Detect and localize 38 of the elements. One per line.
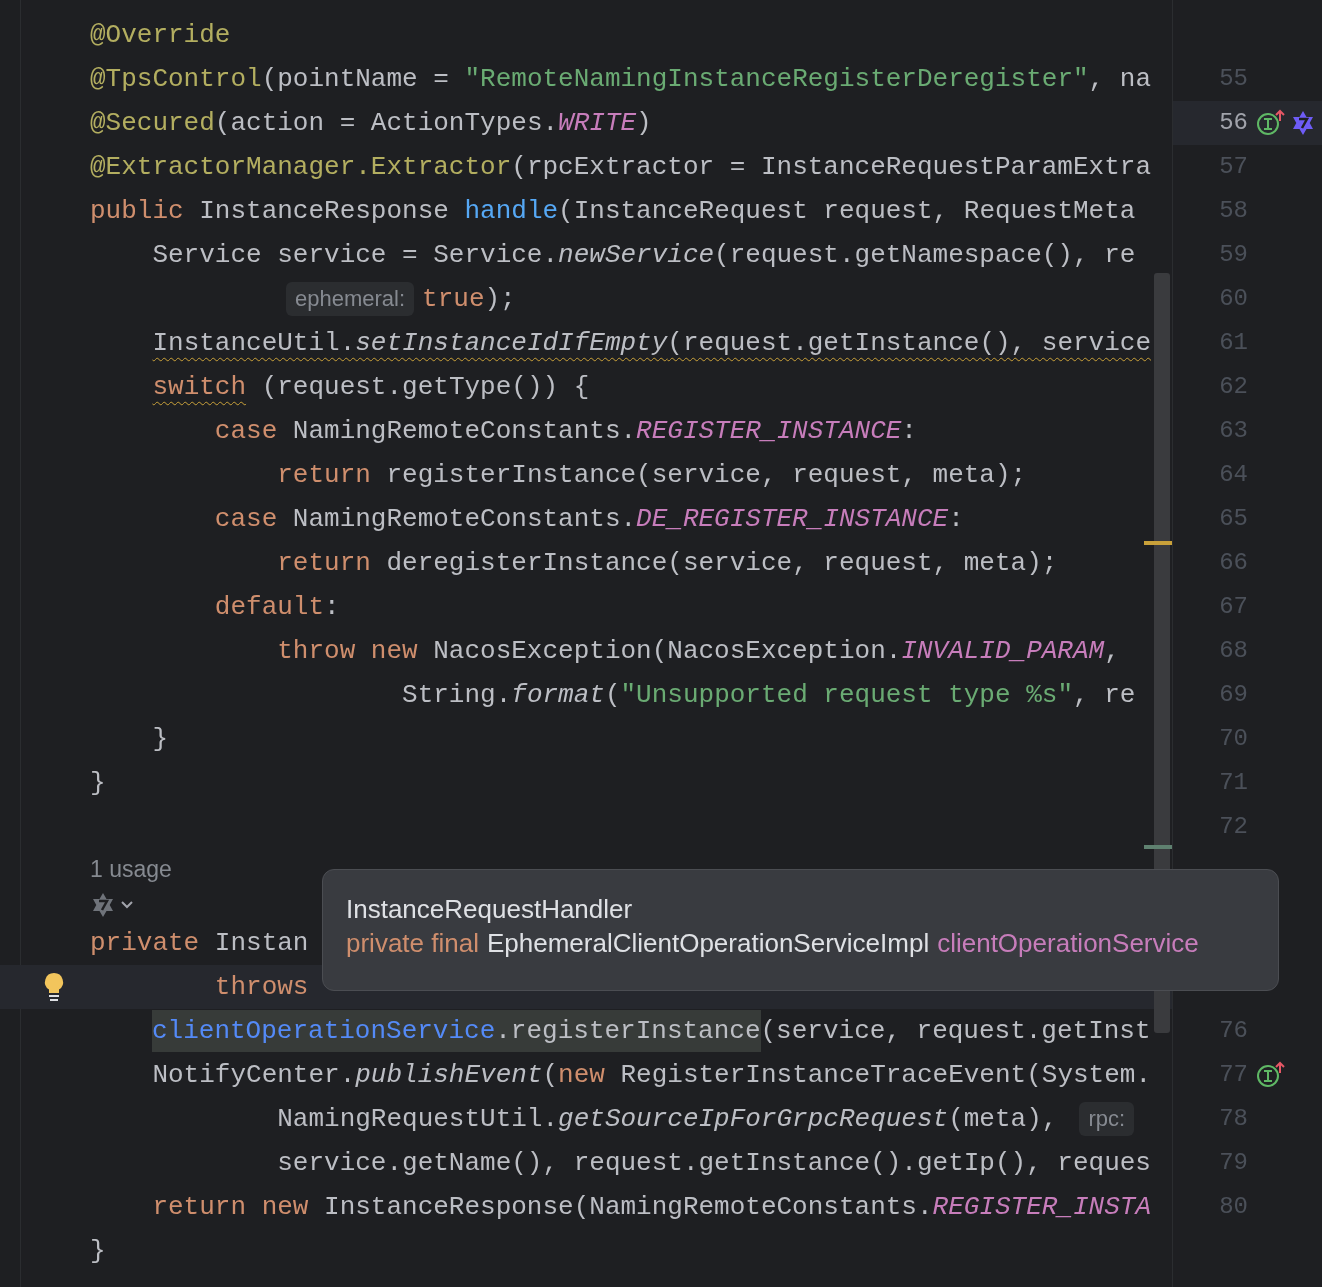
implements-icon[interactable]	[1256, 1061, 1286, 1089]
code-text: }	[151, 723, 168, 756]
code-text: Service service = Service.newService(request.getNamespace(), re	[151, 239, 1136, 272]
code-text: service.getName(), request.getInstance().getIp(), reques	[276, 1147, 1151, 1180]
code-text: return deregisterInstance(service, request, meta);	[276, 547, 1058, 580]
usages-link[interactable]: 1 usage	[90, 851, 172, 887]
inlay-hint: rpc:	[1079, 1102, 1135, 1136]
code-text: @TpsControl(pointName = "RemoteNamingInstanceRegisterDeregister", na	[90, 63, 1151, 96]
code-text: @ExtractorManager.Extractor(rpcExtractor = InstanceRequestParamExtra	[90, 151, 1151, 184]
code-text: return new InstanceResponse(NamingRemoteConstants.REGISTER_INSTA	[151, 1191, 1151, 1224]
line-number: 56	[1219, 108, 1248, 138]
code-text: case NamingRemoteConstants.DE_REGISTER_INSTANCE:	[213, 503, 964, 536]
code-text: clientOperationService.registerInstance(service, request.getInst	[90, 1009, 1151, 1053]
code-text: }	[90, 767, 106, 800]
inlay-hint: ephemeral:	[286, 282, 415, 316]
code-text: String.format("Unsupported request type %s", re	[401, 679, 1136, 712]
implements-icon[interactable]	[1256, 109, 1286, 137]
code-text: @Override	[90, 19, 231, 52]
code-text: throws	[213, 971, 309, 1004]
code-text: case NamingRemoteConstants.REGISTER_INSTANCE:	[213, 415, 917, 448]
declaration-text: private final EphemeralClientOperationServiceImpl clientOperationService	[346, 927, 1200, 960]
code-text: true);	[422, 283, 516, 316]
code-text: default:	[213, 591, 340, 624]
tooltip-title: InstanceRequestHandler	[346, 893, 634, 926]
code-text: switch (request.getType()) {	[151, 371, 590, 404]
code-text: }	[90, 1235, 106, 1268]
code-text: NamingRequestUtil.getSourceIpForGrpcRequest(meta),	[276, 1103, 1058, 1136]
code-text: throw new NacosException(NacosException.INVALID_PARAM,	[276, 635, 1120, 668]
warning-marker[interactable]	[1144, 541, 1172, 545]
code-text: InstanceUtil.setInstanceIdIfEmpty(request.getInstance(), service	[151, 327, 1151, 360]
lightbulb-icon[interactable]	[43, 972, 65, 1002]
code-text: @Secured(action = ActionTypes.WRITE)	[90, 107, 652, 140]
chevron-down-icon[interactable]	[120, 900, 134, 910]
change-marker[interactable]	[1144, 845, 1172, 849]
code-text: NotifyCenter.publishEvent(new RegisterInstanceTraceEvent(System.	[151, 1059, 1151, 1092]
code-text: private Instan	[90, 927, 309, 960]
code-text: return registerInstance(service, request, meta);	[276, 459, 1027, 492]
code-text: public InstanceResponse handle(InstanceRequest request, RequestMeta	[90, 195, 1136, 228]
